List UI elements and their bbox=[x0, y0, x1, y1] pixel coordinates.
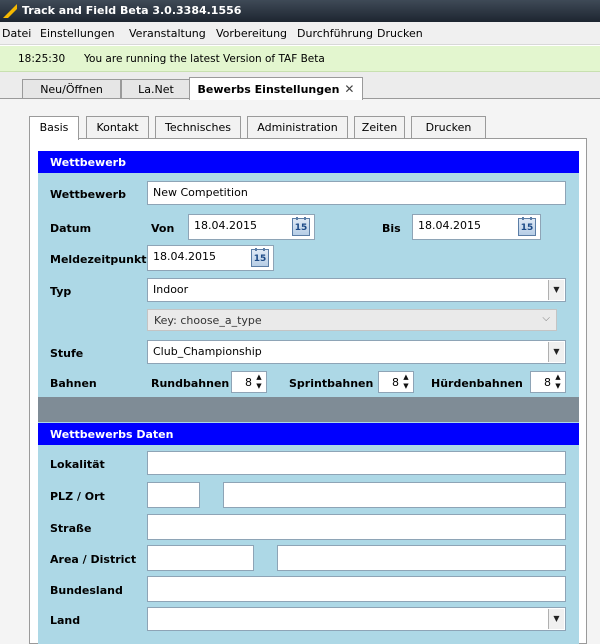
rundbahnen-label: Rundbahnen bbox=[151, 377, 230, 390]
land-label: Land bbox=[50, 614, 81, 627]
calendar-day: 15 bbox=[520, 223, 534, 233]
typ-label: Typ bbox=[50, 285, 72, 298]
rundbahnen-value: 8 bbox=[245, 376, 252, 389]
huerdenbahnen-spinner[interactable]: 8 ▲ ▼ bbox=[530, 371, 566, 393]
sprintbahnen-value: 8 bbox=[392, 376, 399, 389]
lokalitaet-label: Lokalität bbox=[50, 458, 105, 471]
area-input[interactable] bbox=[147, 545, 254, 571]
tab-basis[interactable]: Basis bbox=[29, 116, 79, 140]
datum-label: Datum bbox=[50, 222, 92, 235]
wettbewerb-input[interactable]: New Competition bbox=[147, 181, 566, 205]
stufe-label: Stufe bbox=[50, 347, 84, 360]
dropdown-arrow-icon[interactable]: ▼ bbox=[548, 609, 564, 629]
meldezeitpunkt-date-input[interactable]: 18.04.2015 15 bbox=[147, 245, 274, 271]
doc-tab-neu-oeffnen[interactable]: Neu/Öffnen bbox=[22, 79, 121, 99]
strasse-input[interactable] bbox=[147, 514, 566, 540]
area-district-label: Area / District bbox=[50, 553, 137, 566]
von-date-value: 18.04.2015 bbox=[194, 219, 257, 232]
close-tab-icon[interactable]: ✕ bbox=[344, 82, 354, 96]
calendar-icon[interactable]: 15 bbox=[251, 248, 269, 267]
calendar-icon[interactable]: 15 bbox=[292, 217, 310, 236]
menu-datei[interactable]: Datei bbox=[2, 27, 31, 40]
district-input[interactable] bbox=[277, 545, 566, 571]
menu-einstellungen[interactable]: Einstellungen bbox=[40, 27, 115, 40]
tab-kontakt[interactable]: Kontakt bbox=[86, 116, 149, 138]
meldezeitpunkt-label: Meldezeitpunkt bbox=[50, 253, 147, 266]
spin-down-icon[interactable]: ▼ bbox=[552, 382, 564, 391]
stufe-select[interactable]: Club_Championship ▼ bbox=[147, 340, 566, 364]
calendar-day: 15 bbox=[294, 223, 308, 233]
tab-zeiten[interactable]: Zeiten bbox=[354, 116, 405, 138]
spin-down-icon[interactable]: ▼ bbox=[400, 382, 412, 391]
sprintbahnen-label: Sprintbahnen bbox=[289, 377, 374, 390]
spin-up-icon[interactable]: ▲ bbox=[253, 373, 265, 382]
spin-up-icon[interactable]: ▲ bbox=[400, 373, 412, 382]
meldezeitpunkt-value: 18.04.2015 bbox=[153, 250, 216, 263]
typ-select[interactable]: Indoor ▼ bbox=[147, 278, 566, 302]
menu-durchfuehrung[interactable]: Durchführung bbox=[297, 27, 373, 40]
section-header-wettbewerb: Wettbewerb bbox=[38, 151, 579, 173]
bundesland-label: Bundesland bbox=[50, 584, 123, 597]
document-tab-strip: Neu/Öffnen La.Net Bewerbs Einstellungen ✕ bbox=[0, 72, 600, 100]
doc-tab-la-net[interactable]: La.Net bbox=[121, 79, 191, 99]
rundbahnen-spinner[interactable]: 8 ▲ ▼ bbox=[231, 371, 267, 393]
wettbewerb-value: New Competition bbox=[153, 186, 248, 199]
bis-label: Bis bbox=[382, 222, 401, 235]
menu-bar: Datei Einstellungen Veranstaltung Vorber… bbox=[0, 22, 600, 45]
dropdown-arrow-icon[interactable]: ▼ bbox=[548, 280, 564, 300]
land-select[interactable]: ▼ bbox=[147, 607, 566, 631]
von-label: Von bbox=[151, 222, 175, 235]
doc-tab-bewerbs-einstellungen[interactable]: Bewerbs Einstellungen ✕ bbox=[189, 77, 363, 100]
huerdenbahnen-label: Hürdenbahnen bbox=[431, 377, 523, 390]
ort-input[interactable] bbox=[223, 482, 566, 508]
calendar-day: 15 bbox=[253, 254, 267, 264]
plz-input[interactable] bbox=[147, 482, 200, 508]
title-bar: Track and Field Beta 3.0.3384.1556 bbox=[0, 0, 600, 22]
typ-value: Indoor bbox=[153, 283, 189, 296]
doc-tab-label: Bewerbs Einstellungen bbox=[197, 83, 340, 96]
tab-technisches[interactable]: Technisches bbox=[155, 116, 241, 138]
huerdenbahnen-value: 8 bbox=[544, 376, 551, 389]
type-key-value: Key: choose_a_type bbox=[154, 314, 262, 327]
calendar-icon[interactable]: 15 bbox=[518, 217, 536, 236]
bis-date-input[interactable]: 18.04.2015 15 bbox=[412, 214, 541, 240]
menu-veranstaltung[interactable]: Veranstaltung bbox=[129, 27, 206, 40]
menu-vorbereitung[interactable]: Vorbereitung bbox=[216, 27, 287, 40]
tab-administration[interactable]: Administration bbox=[247, 116, 348, 138]
bundesland-input[interactable] bbox=[147, 576, 566, 602]
doc-tab-label: Neu/Öffnen bbox=[40, 83, 103, 96]
menu-drucken[interactable]: Drucken bbox=[377, 27, 423, 40]
stufe-value: Club_Championship bbox=[153, 345, 262, 358]
sprintbahnen-spinner[interactable]: 8 ▲ ▼ bbox=[378, 371, 414, 393]
dropdown-arrow-icon[interactable]: ▼ bbox=[548, 342, 564, 362]
window-title: Track and Field Beta 3.0.3384.1556 bbox=[22, 4, 242, 17]
status-message: You are running the latest Version of TA… bbox=[84, 53, 325, 65]
wettbewerb-label: Wettbewerb bbox=[50, 188, 126, 201]
chevron-down-icon: ⌵ bbox=[542, 313, 550, 324]
doc-tab-label: La.Net bbox=[138, 83, 174, 96]
strasse-label: Straße bbox=[50, 522, 92, 535]
section-separator bbox=[38, 397, 579, 422]
status-time: 18:25:30 bbox=[18, 53, 66, 65]
section-header-wettbewerbs-daten: Wettbewerbs Daten bbox=[38, 423, 579, 445]
bis-date-value: 18.04.2015 bbox=[418, 219, 481, 232]
spin-up-icon[interactable]: ▲ bbox=[552, 373, 564, 382]
spin-down-icon[interactable]: ▼ bbox=[253, 382, 265, 391]
bahnen-label: Bahnen bbox=[50, 377, 97, 390]
app-logo-icon bbox=[3, 4, 17, 18]
type-key-select[interactable]: Key: choose_a_type ⌵ bbox=[147, 309, 557, 331]
plz-ort-label: PLZ / Ort bbox=[50, 490, 105, 503]
von-date-input[interactable]: 18.04.2015 15 bbox=[188, 214, 315, 240]
tab-drucken[interactable]: Drucken bbox=[411, 116, 486, 138]
status-bar: 18:25:30 You are running the latest Vers… bbox=[0, 46, 600, 72]
lokalitaet-input[interactable] bbox=[147, 451, 566, 475]
